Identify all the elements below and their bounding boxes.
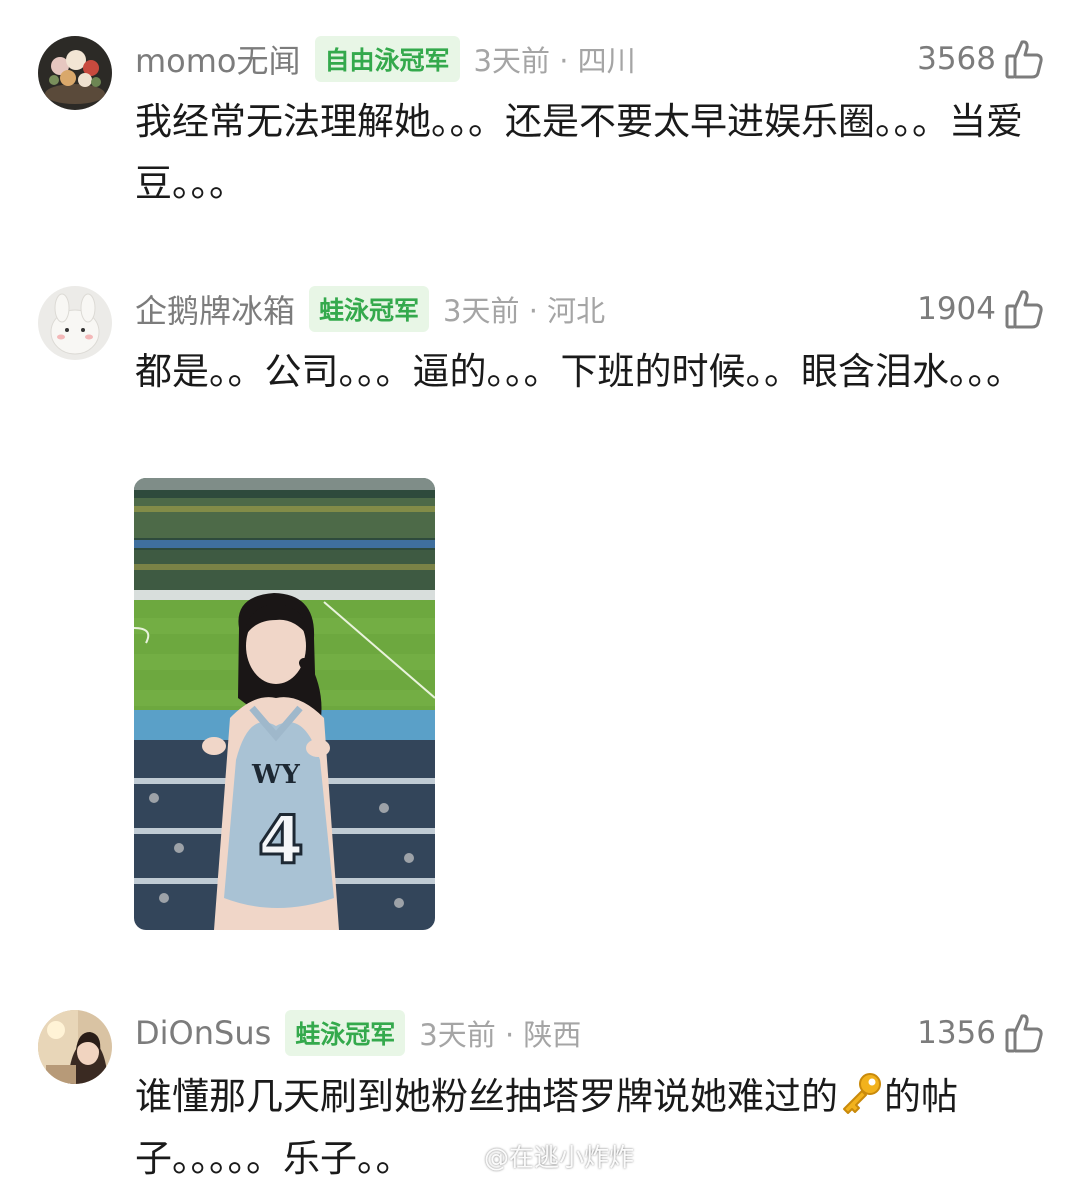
comment-text: 都是。。公司。。。逼的。。。下班的时候。。眼含泪水。。。 bbox=[135, 350, 1023, 393]
like-count: 1904 bbox=[917, 291, 996, 327]
avatar[interactable] bbox=[38, 286, 112, 360]
key-emoji bbox=[843, 1073, 881, 1114]
like-count: 3568 bbox=[917, 41, 996, 77]
comment-text-part: 谁懂那几天刷到她粉丝抽塔罗牌说她难过的 bbox=[135, 1075, 838, 1118]
avatar[interactable] bbox=[38, 36, 112, 110]
username[interactable]: momo无闻 bbox=[135, 36, 301, 82]
comment-meta: 企鹅牌冰箱 蛙泳冠军 3天前 · 河北 bbox=[135, 286, 605, 332]
jersey-text: WY bbox=[251, 760, 300, 790]
comment-meta: momo无闻 自由泳冠军 3天前 · 四川 bbox=[135, 36, 636, 82]
time-location: 3天前 · 河北 bbox=[443, 294, 606, 328]
thumbs-up-icon bbox=[1005, 1014, 1043, 1053]
jersey-number: 4 bbox=[258, 802, 304, 879]
weibo-logo-icon bbox=[444, 1144, 476, 1170]
comment-text: 我经常无法理解她。。。还是不要太早进娱乐圈。。。当爱豆。。。 bbox=[135, 100, 1023, 205]
user-badge: 自由泳冠军 bbox=[314, 36, 460, 82]
username[interactable]: 企鹅牌冰箱 bbox=[135, 286, 295, 332]
comment-meta: DiOnSus 蛙泳冠军 3天前 · 陕西 bbox=[135, 1010, 581, 1056]
avatar[interactable] bbox=[38, 1010, 112, 1084]
watermark-text: @在逃小炸炸 bbox=[484, 1143, 635, 1172]
like-button[interactable]: 3568 bbox=[917, 36, 1044, 82]
user-badge: 蛙泳冠军 bbox=[309, 286, 430, 332]
time-location: 3天前 · 四川 bbox=[473, 44, 636, 78]
time-location: 3天前 · 陕西 bbox=[419, 1018, 582, 1052]
thumbs-up-icon bbox=[1005, 290, 1043, 329]
comment-image[interactable]: WY 4 bbox=[134, 478, 435, 930]
user-badge: 蛙泳冠军 bbox=[285, 1010, 406, 1056]
watermark: @在逃小炸炸 bbox=[444, 1138, 634, 1174]
username[interactable]: DiOnSus bbox=[135, 1014, 271, 1052]
like-button[interactable]: 1904 bbox=[917, 286, 1044, 332]
thumbs-up-icon bbox=[1005, 40, 1043, 79]
like-button[interactable]: 1356 bbox=[917, 1010, 1044, 1056]
like-count: 1356 bbox=[917, 1015, 996, 1051]
